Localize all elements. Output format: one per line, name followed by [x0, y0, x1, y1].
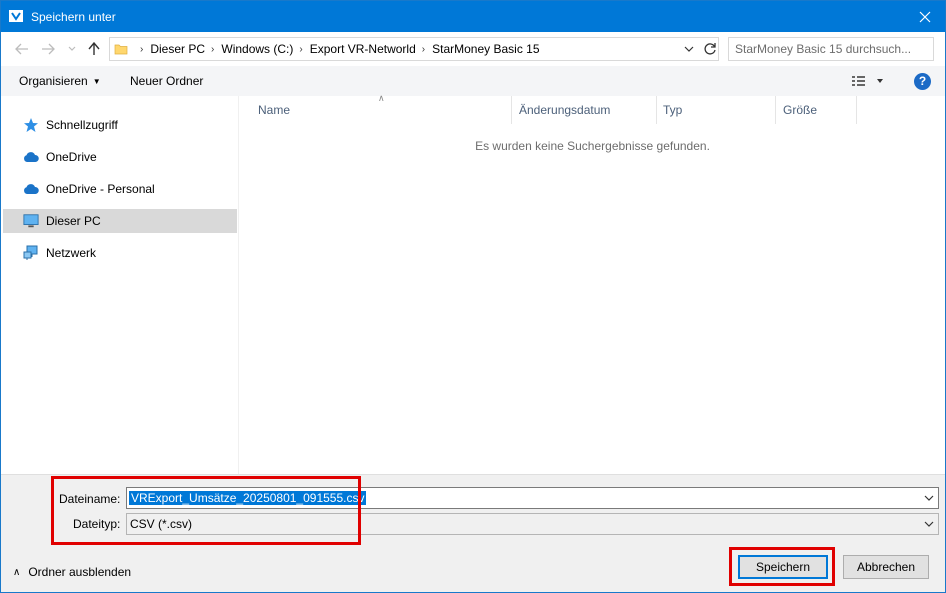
chevron-down-icon[interactable] [924, 493, 934, 503]
chevron-right-icon[interactable]: › [211, 44, 214, 55]
search-input[interactable]: StarMoney Basic 15 durchsuch... [728, 37, 934, 61]
monitor-icon [23, 213, 39, 229]
sidebar-item-label: OneDrive [46, 150, 97, 164]
cloud-icon [23, 149, 39, 165]
cancel-button[interactable]: Abbrechen [843, 555, 929, 579]
network-icon [23, 245, 39, 261]
folder-icon [114, 44, 128, 55]
sidebar-item-label: Dieser PC [46, 214, 101, 228]
breadcrumb-item[interactable]: Dieser PC [150, 42, 205, 56]
address-row: › Dieser PC › Windows (C:) › Export VR-N… [1, 32, 945, 66]
save-button[interactable]: Speichern [738, 555, 828, 579]
column-label: Größe [783, 103, 818, 117]
sidebar-item-network[interactable]: Netzwerk [3, 241, 237, 265]
column-label: Name [258, 103, 291, 117]
help-icon[interactable]: ? [914, 73, 931, 90]
cloud-icon [23, 181, 39, 197]
navigation-pane: Schnellzugriff OneDrive OneDrive - Perso… [1, 96, 239, 474]
caret-down-icon: ▼ [92, 77, 101, 86]
chevron-down-icon[interactable] [924, 519, 934, 529]
recent-chevron-down-icon[interactable] [63, 40, 81, 58]
filetype-value: CSV (*.csv) [130, 517, 193, 531]
column-label: Änderungsdatum [519, 103, 611, 117]
new-folder-button[interactable]: Neuer Ordner [130, 74, 203, 88]
breadcrumb-item[interactable]: Windows (C:) [221, 42, 293, 56]
sidebar-item-this-pc[interactable]: Dieser PC [3, 209, 237, 233]
forward-arrow-icon[interactable] [39, 40, 57, 58]
hide-folders-toggle[interactable]: ∧ Ordner ausblenden [13, 565, 131, 579]
breadcrumb: › Dieser PC › Windows (C:) › Export VR-N… [134, 38, 540, 60]
filetype-select[interactable]: CSV (*.csv) [126, 513, 939, 535]
filename-field[interactable]: VRExport_Umsätze_20250801_091555.csv [126, 487, 939, 509]
save-form: Dateiname: VRExport_Umsätze_20250801_091… [1, 474, 945, 592]
column-label: Typ [663, 103, 683, 117]
sidebar-item-onedrive-personal[interactable]: OneDrive - Personal [3, 177, 237, 201]
column-header-size[interactable]: Größe [777, 96, 857, 124]
chevron-right-icon[interactable]: › [299, 44, 302, 55]
refresh-icon[interactable] [702, 41, 718, 57]
starmoney-app-icon [9, 10, 23, 22]
window-title: Speichern unter [31, 10, 116, 24]
empty-results-message: Es wurden keine Suchergebnisse gefunden. [475, 139, 710, 153]
filename-label: Dateiname: [59, 492, 121, 506]
command-toolbar: Organisieren ▼ Neuer Ordner ? [1, 66, 945, 96]
sidebar-item-label: Netzwerk [46, 246, 97, 260]
breadcrumb-item[interactable]: Export VR-Networld [310, 42, 416, 56]
title-bar: Speichern unter [1, 1, 945, 32]
sidebar-item-label: OneDrive - Personal [46, 182, 155, 196]
star-icon [23, 117, 39, 133]
hide-folders-label: Ordner ausblenden [28, 565, 132, 579]
column-header-name[interactable]: Name [252, 96, 512, 124]
column-header-type[interactable]: Typ [657, 96, 776, 124]
view-options-icon[interactable] [849, 73, 887, 89]
filetype-label: Dateityp: [73, 517, 121, 531]
organize-button[interactable]: Organisieren ▼ [19, 74, 101, 88]
breadcrumb-item[interactable]: StarMoney Basic 15 [432, 42, 539, 56]
sidebar-item-quick-access[interactable]: Schnellzugriff [3, 113, 237, 137]
chevron-up-icon: ∧ [13, 566, 21, 578]
up-arrow-icon[interactable] [85, 40, 103, 58]
organize-label: Organisieren [19, 74, 88, 88]
back-arrow-icon[interactable] [13, 40, 31, 58]
filename-value: VRExport_Umsätze_20250801_091555.csv [129, 491, 367, 505]
close-icon[interactable] [905, 1, 945, 32]
sidebar-item-onedrive[interactable]: OneDrive [3, 145, 237, 169]
file-list[interactable]: ∧ Name Änderungsdatum Typ Größe Es wurde… [240, 93, 945, 474]
chevron-right-icon: › [140, 43, 144, 55]
address-bar[interactable]: › Dieser PC › Windows (C:) › Export VR-N… [109, 37, 719, 61]
column-header-modified[interactable]: Änderungsdatum [513, 96, 657, 124]
sidebar-item-label: Schnellzugriff [46, 118, 118, 132]
chevron-right-icon[interactable]: › [422, 44, 425, 55]
chevron-down-icon[interactable] [682, 43, 696, 55]
save-as-dialog: Speichern unter › Dieser PC › Windows (C… [0, 0, 946, 593]
